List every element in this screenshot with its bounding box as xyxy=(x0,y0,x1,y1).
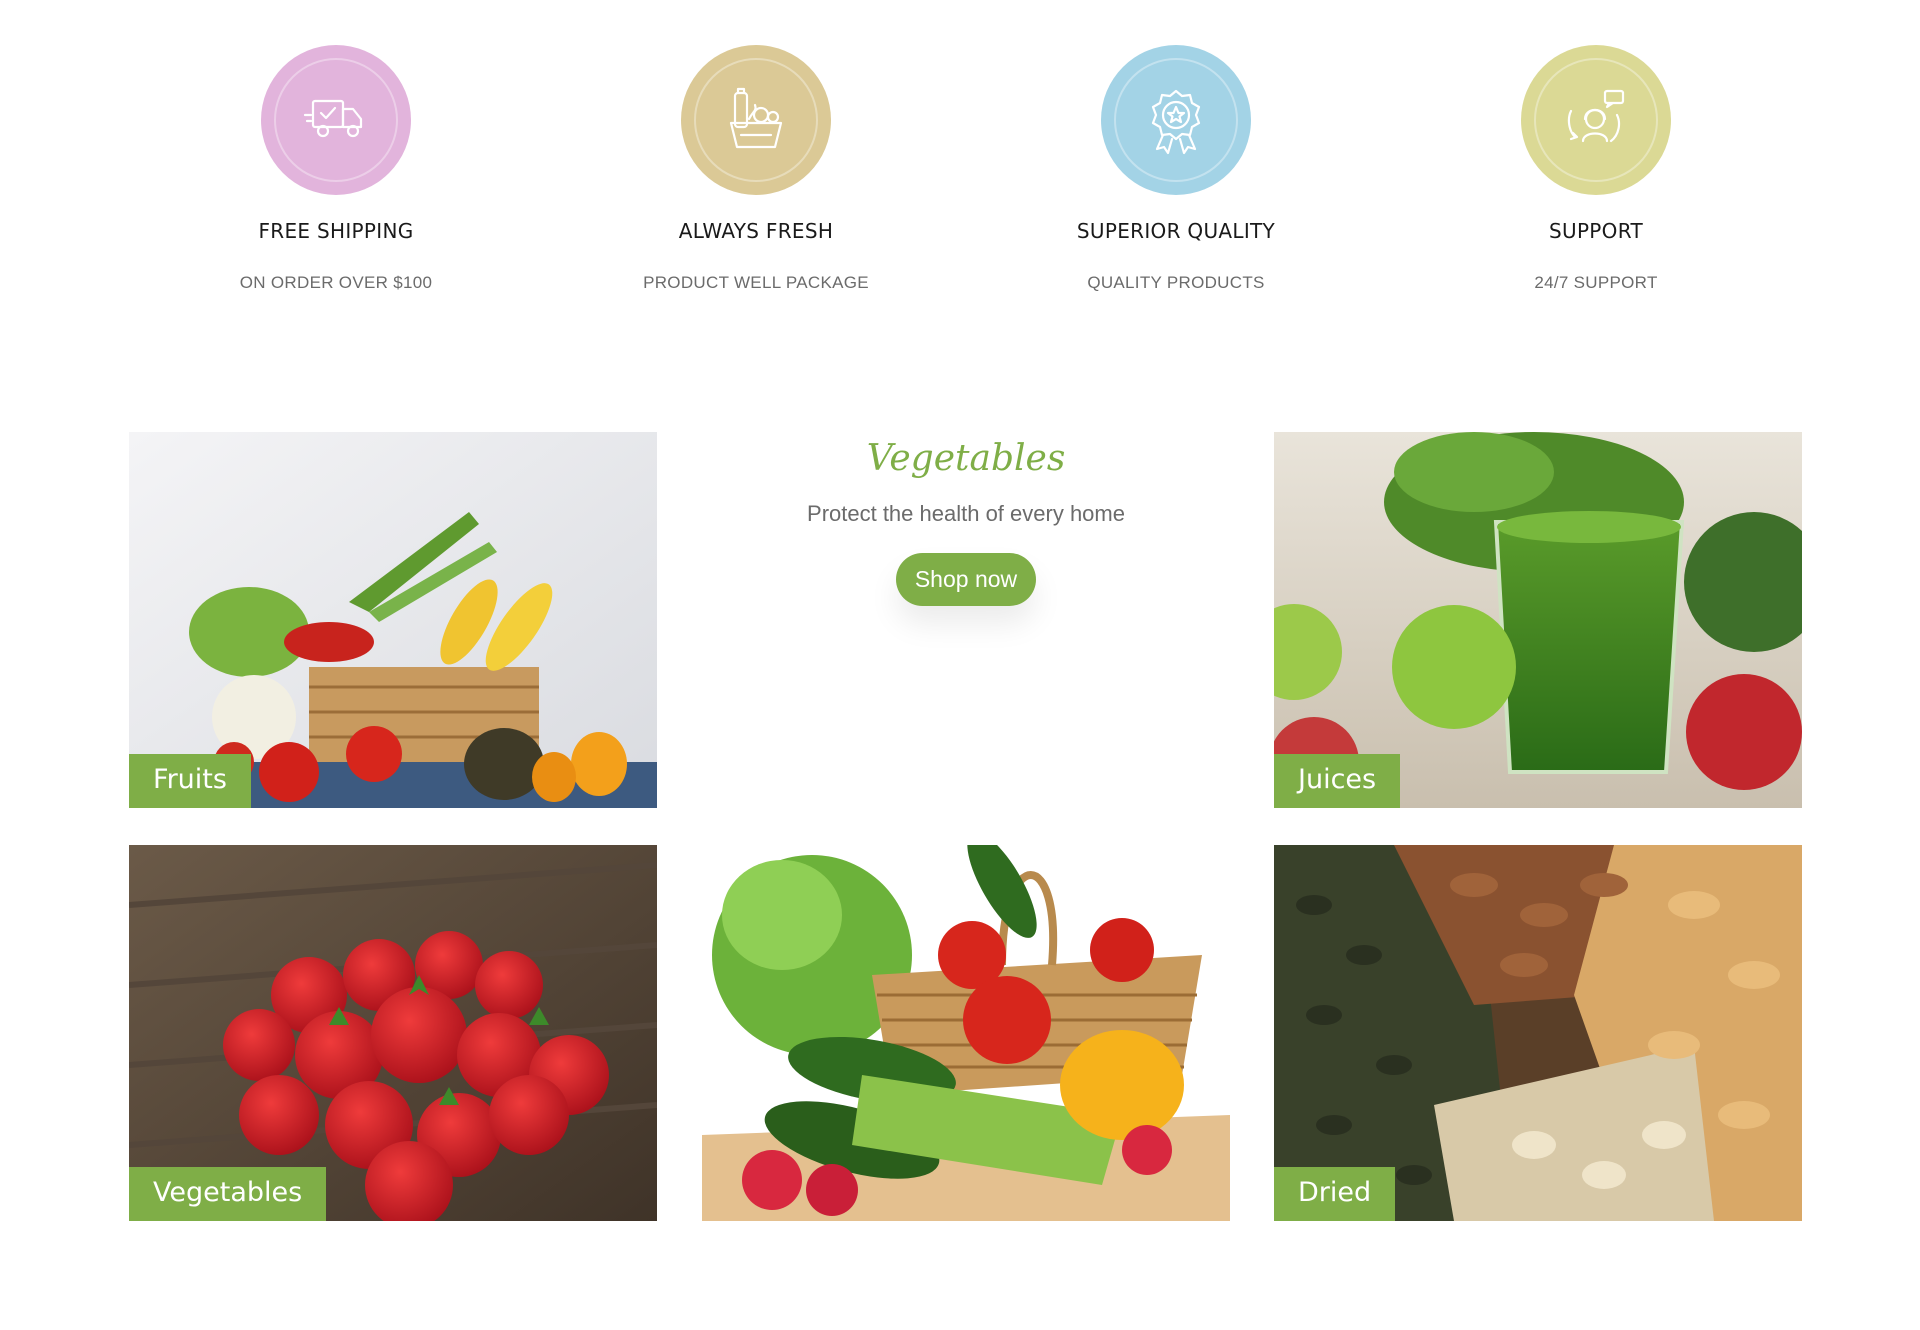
promo-block: Vegetables Protect the health of every h… xyxy=(702,432,1230,606)
category-tile-fruits[interactable]: Fruits xyxy=(129,432,657,808)
category-label-dried: Dried xyxy=(1274,1167,1396,1221)
category-label-vegetables: Vegetables xyxy=(129,1167,327,1221)
quality-badge-icon xyxy=(1101,45,1251,195)
feature-subtitle: 24/7 SUPPORT xyxy=(1534,273,1658,292)
category-label-fruits: Fruits xyxy=(129,754,251,808)
category-tile-juices[interactable]: Juices xyxy=(1274,432,1802,808)
category-label-juices: Juices xyxy=(1274,754,1401,808)
feature-title: SUPERIOR QUALITY xyxy=(1076,219,1276,243)
mixed-nuts-seeds-photo xyxy=(1274,845,1802,1221)
feature-support: SUPPORT 24/7 SUPPORT xyxy=(1386,45,1806,293)
vegetable-wicker-basket-photo xyxy=(702,845,1230,1221)
feature-title: SUPPORT xyxy=(1549,219,1643,243)
delivery-truck-icon xyxy=(261,45,411,195)
grocery-bag-icon xyxy=(681,45,831,195)
category-tile-dried[interactable]: Dried xyxy=(1274,845,1802,1221)
vegetable-basket-photo xyxy=(129,432,657,808)
category-tile-vegetables[interactable]: Vegetables xyxy=(129,845,657,1221)
promo-tagline: Protect the health of every home xyxy=(807,501,1125,526)
feature-subtitle: ON ORDER OVER $100 xyxy=(239,273,433,292)
features-row: FREE SHIPPING ON ORDER OVER $100 ALWAYS … xyxy=(0,0,1920,320)
feature-superior-quality: SUPERIOR QUALITY QUALITY PRODUCTS xyxy=(966,45,1386,293)
green-juice-apples-photo xyxy=(1274,432,1802,808)
strawberries-photo xyxy=(129,845,657,1221)
feature-title: FREE SHIPPING xyxy=(258,219,414,243)
feature-free-shipping: FREE SHIPPING ON ORDER OVER $100 xyxy=(126,45,546,293)
feature-subtitle: QUALITY PRODUCTS xyxy=(1087,273,1265,292)
promo-heading: Vegetables xyxy=(866,438,1066,479)
customer-support-icon xyxy=(1521,45,1671,195)
shop-now-button[interactable]: Shop now xyxy=(895,553,1037,606)
feature-title: ALWAYS FRESH xyxy=(678,219,834,243)
feature-always-fresh: ALWAYS FRESH PRODUCT WELL PACKAGE xyxy=(546,45,966,293)
category-tile-basket[interactable] xyxy=(702,845,1230,1221)
feature-subtitle: PRODUCT WELL PACKAGE xyxy=(643,273,869,292)
